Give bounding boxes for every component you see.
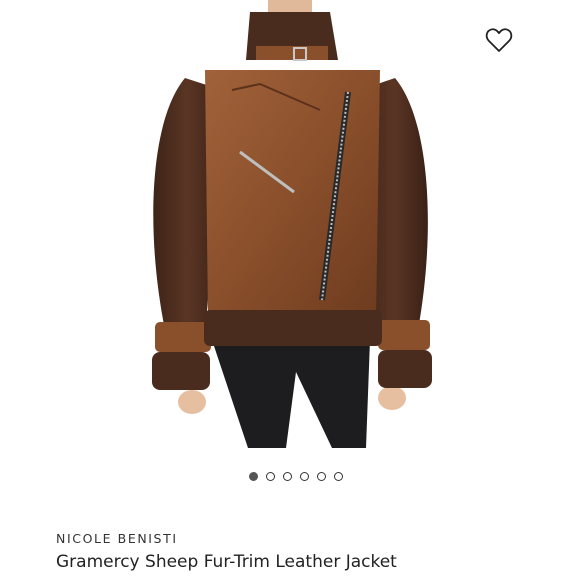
product-image — [0, 0, 580, 458]
product-brand[interactable]: NICOLE BENISTI — [56, 531, 178, 546]
carousel-dot[interactable] — [300, 472, 309, 481]
heart-outline-icon — [485, 27, 513, 57]
carousel-indicators — [0, 472, 580, 488]
carousel-dot[interactable] — [334, 472, 343, 481]
carousel-dot[interactable] — [283, 472, 292, 481]
product-title[interactable]: Gramercy Sheep Fur-Trim Leather Jacket — [56, 552, 397, 572]
carousel-dot[interactable] — [266, 472, 275, 481]
carousel-dot[interactable] — [249, 472, 258, 481]
carousel-dot[interactable] — [317, 472, 326, 481]
wishlist-button[interactable] — [483, 26, 515, 58]
